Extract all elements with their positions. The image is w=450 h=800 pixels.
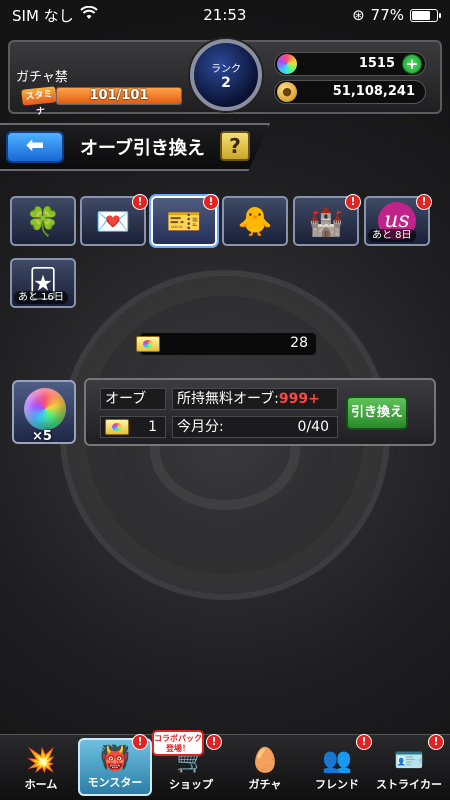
collab-pack-tag: コラボパック登場！: [152, 730, 204, 756]
exchange-button[interactable]: 引き換え: [346, 396, 408, 430]
alert-badge: !: [132, 194, 148, 210]
help-button[interactable]: ?: [220, 131, 250, 161]
carrier-label: SIM なし: [12, 6, 74, 25]
ticket-cost: 1: [148, 419, 157, 435]
nav-gacha[interactable]: 🥚 ガチャ: [228, 742, 302, 798]
dragon-chick-icon: 🐥: [237, 204, 273, 238]
alert-badge: !: [416, 194, 432, 210]
nav-label: ショップ: [169, 778, 213, 791]
orb-ticket-icon: [105, 419, 129, 435]
wifi-icon: [79, 5, 98, 24]
nav-striker[interactable]: 🪪 ストライカー: [372, 742, 446, 798]
home-icon: 💥: [26, 746, 56, 774]
status-bar: SIM なし 21:53 ⊛ 77%: [0, 0, 450, 30]
item-slot-4[interactable]: 🐥: [222, 196, 288, 246]
rank-badge[interactable]: ランク 2: [190, 39, 262, 111]
gold-count: 51,108,241: [332, 84, 415, 99]
stamina-value: 101/101: [89, 88, 149, 103]
nav-label: モンスター: [87, 776, 143, 789]
item-slot-1[interactable]: 🍀: [10, 196, 76, 246]
back-button[interactable]: ⬅: [6, 131, 64, 163]
nav-label: フレンド: [315, 778, 359, 791]
castle-icon: 🏰: [308, 204, 344, 238]
clover-hat-icon: 🍀: [25, 204, 61, 238]
monthly-label: 今月分:: [177, 419, 224, 435]
item-slot-3-orb-ticket[interactable]: 🎫 !: [151, 194, 219, 246]
alert-badge: !: [132, 734, 148, 750]
alert-badge: !: [203, 194, 219, 210]
nav-label: ストライカー: [376, 778, 442, 791]
orb-reward-icon: ×5: [12, 380, 76, 444]
orb-label: オーブ: [100, 388, 166, 410]
alert-badge: !: [428, 734, 444, 750]
gold-counter: ● 51,108,241: [274, 80, 426, 104]
monthly-value: 0/40: [297, 419, 329, 435]
ticket-cost-cell: 1: [100, 416, 166, 438]
item-slot-2[interactable]: 💌 !: [80, 194, 148, 246]
item-timer: あと 8日: [368, 229, 416, 242]
nav-label: ガチャ: [248, 778, 282, 791]
orb-icon: [277, 54, 297, 74]
nav-friend[interactable]: 👥 フレンド: [300, 742, 374, 798]
buy-orbs-button[interactable]: +: [402, 54, 422, 74]
ticket-count-row: 28: [136, 333, 316, 355]
gacha-ban-label: ガチャ禁: [16, 70, 68, 85]
item-timer: あと 16日: [14, 291, 68, 304]
ticket-count: 28: [290, 335, 308, 351]
arrow-left-icon: ⬅: [25, 133, 45, 158]
orb-count: 1515: [358, 56, 395, 71]
orb-counter: 1515 +: [274, 52, 426, 76]
rotation-lock-icon: ⊛: [352, 6, 365, 24]
free-orbs-value: 999+: [278, 391, 320, 407]
rainbow-orb-icon: [24, 388, 66, 430]
clock: 21:53: [203, 6, 247, 24]
page-title: オーブ引き換え: [80, 138, 205, 159]
alert-badge: !: [206, 734, 222, 750]
orb-ticket-icon: [136, 336, 160, 352]
free-orbs-cell: 所持無料オーブ:999+: [172, 388, 338, 410]
alert-badge: !: [345, 194, 361, 210]
nav-home[interactable]: 💥 ホーム: [4, 742, 78, 798]
nav-label: ホーム: [24, 778, 58, 791]
alert-badge: !: [356, 734, 372, 750]
item-slot-7[interactable]: 🃏 あと 16日: [10, 258, 76, 308]
gold-coin-icon: ●: [277, 82, 297, 102]
gift-card-icon: 💌: [95, 204, 131, 238]
item-slot-6[interactable]: us ! あと 8日: [364, 194, 432, 246]
item-slot-5[interactable]: 🏰 !: [293, 194, 361, 246]
rank-value: 2: [221, 75, 231, 91]
gacha-egg-icon: 🥚: [250, 746, 280, 774]
orb-ticket-icon: 🎫: [166, 204, 202, 238]
orb-multiplier: ×5: [32, 429, 52, 444]
battery-percent: 77%: [370, 6, 404, 24]
monthly-cell: 今月分: 0/40: [172, 416, 338, 438]
rank-label: ランク: [211, 64, 241, 75]
free-orbs-label: 所持無料オーブ:: [177, 391, 279, 407]
battery-icon: [410, 8, 441, 22]
